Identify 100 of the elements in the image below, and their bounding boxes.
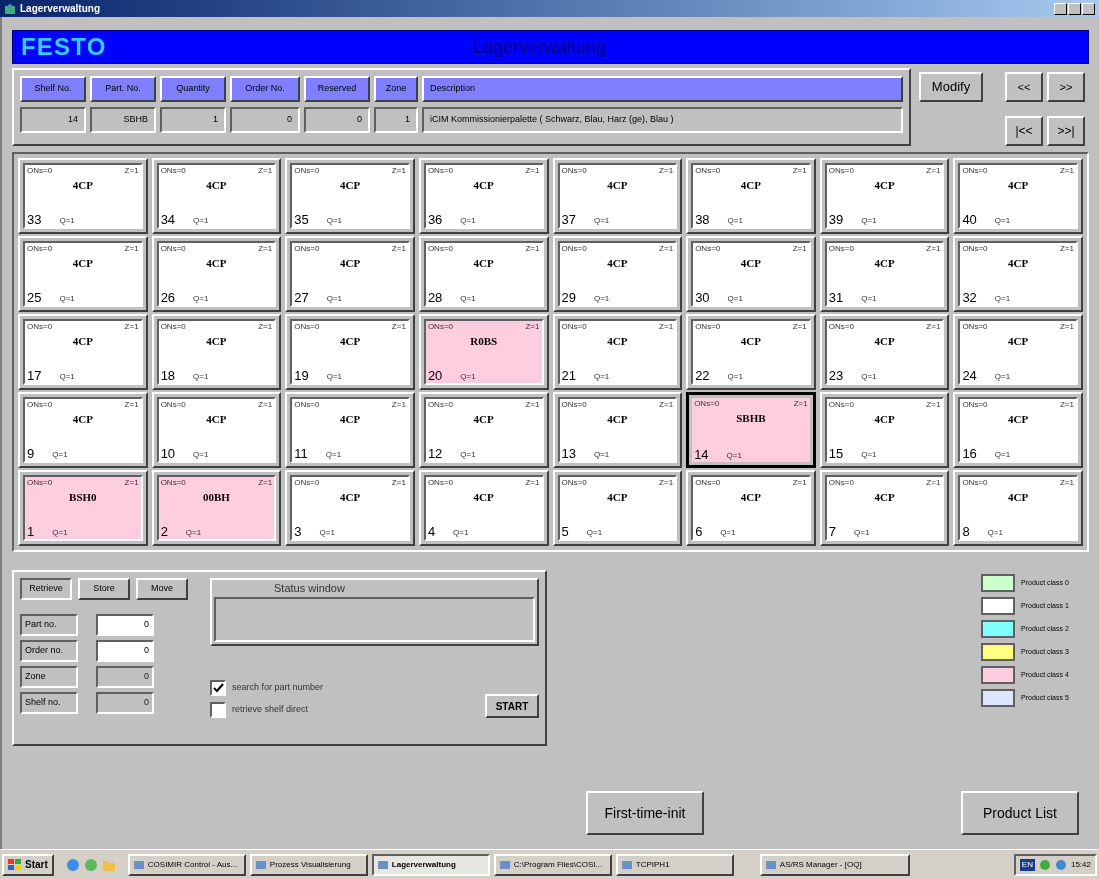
order-count: ONs=0 <box>427 321 453 333</box>
modify-button[interactable]: Modify <box>919 72 983 102</box>
shelf-slot[interactable]: ONs=0 Z=1 4CP 23 Q=1 <box>819 314 950 390</box>
order-count: ONs=0 <box>294 165 320 177</box>
nav-button[interactable]: << <box>1005 72 1043 102</box>
shelf-slot[interactable]: ONs=0 Z=1 4CP 12 Q=1 <box>418 392 549 468</box>
shelf-slot[interactable]: ONs=0 Z=1 4CP 19 Q=1 <box>285 314 415 390</box>
shelf-slot[interactable]: ONs=0 Z=1 4CP 5 Q=1 <box>552 470 683 546</box>
shelf-slot[interactable]: ONs=0 Z=1 4CP 31 Q=1 <box>819 236 950 312</box>
mode-tab[interactable]: Store <box>78 578 130 600</box>
shelf-slot[interactable]: ONs=0 Z=1 R0BS 20 Q=1 <box>418 314 549 390</box>
input-field[interactable]: 0 <box>96 640 154 662</box>
shelf-slot[interactable]: ONs=0 Z=1 4CP 15 Q=1 <box>819 392 950 468</box>
quantity-label: Q=1 <box>193 215 209 227</box>
shelf-slot[interactable]: ONs=0 Z=1 BSH0 1 Q=1 <box>18 470 148 546</box>
shelf-slot[interactable]: ONs=0 Z=1 4CP 24 Q=1 <box>953 314 1083 390</box>
shelf-slot[interactable]: ONs=0 Z=1 4CP 36 Q=1 <box>418 158 549 234</box>
zone-label: Z=1 <box>124 399 139 411</box>
shelf-slot[interactable]: ONs=0 Z=1 SBHB 14 Q=1 <box>686 392 816 468</box>
zone-label: Z=1 <box>124 243 139 255</box>
shelf-slot[interactable]: ONs=0 Z=1 4CP 32 Q=1 <box>953 236 1083 312</box>
zone-label: Z=1 <box>1060 399 1074 411</box>
part-number: 4CP <box>607 412 628 427</box>
close-icon[interactable] <box>1082 2 1095 15</box>
part-number: 4CP <box>740 256 761 271</box>
taskbar-task[interactable]: COSIMIR Control - Aus... <box>127 853 246 876</box>
shelf-slot[interactable]: ONs=0 Z=1 00BH 2 Q=1 <box>151 470 282 546</box>
column-header: Part. No. <box>90 76 156 102</box>
mode-tab[interactable]: Retrieve <box>20 578 72 600</box>
part-number: 4CP <box>607 256 628 271</box>
shelf-slot[interactable]: ONs=0 Z=1 4CP 29 Q=1 <box>552 236 683 312</box>
shelf-slot[interactable]: ONs=0 Z=1 4CP 28 Q=1 <box>418 236 549 312</box>
nav-button[interactable]: >> <box>1047 72 1085 102</box>
taskbar-task[interactable]: Lagerverwaltung <box>371 853 490 876</box>
order-count: ONs=0 <box>962 477 988 489</box>
mode-tab[interactable]: Move <box>136 578 188 600</box>
column-header: Reserved <box>304 76 370 102</box>
zone-label: Z=1 <box>391 399 406 411</box>
shelf-number: 15 <box>828 446 844 461</box>
part-number: 4CP <box>874 412 895 427</box>
taskbar-task[interactable]: AS/RS Manager - [OQ] <box>759 853 910 876</box>
part-number: 4CP <box>339 256 361 271</box>
shelf-slot[interactable]: ONs=0 Z=1 4CP 22 Q=1 <box>686 314 816 390</box>
start-button[interactable]: START <box>485 694 539 718</box>
zone-label: Z=1 <box>258 165 273 177</box>
record-value: iCIM Kommissionierpalette ( Schwarz, Blau, Harz (ge), Blau ) <box>422 107 903 133</box>
shelf-slot[interactable]: ONs=0 Z=1 4CP 37 Q=1 <box>552 158 683 234</box>
shelf-slot[interactable]: ONs=0 Z=1 4CP 17 Q=1 <box>18 314 148 390</box>
part-number: 4CP <box>874 256 895 271</box>
shelf-slot[interactable]: ONs=0 Z=1 4CP 11 Q=1 <box>285 392 415 468</box>
first-time-init-button[interactable]: First-time-init <box>586 791 704 835</box>
zone-label: Z=1 <box>258 243 273 255</box>
shelf-slot[interactable]: ONs=0 Z=1 4CP 13 Q=1 <box>552 392 683 468</box>
taskbar-task[interactable]: Prozess Visualisierung <box>249 853 368 876</box>
shelf-number: 6 <box>695 524 703 539</box>
nav-button[interactable]: >>| <box>1047 116 1085 146</box>
checkbox[interactable] <box>210 702 226 718</box>
shelf-slot[interactable]: ONs=0 Z=1 4CP 39 Q=1 <box>819 158 950 234</box>
shelf-slot[interactable]: ONs=0 Z=1 4CP 18 Q=1 <box>151 314 282 390</box>
shelf-slot[interactable]: ONs=0 Z=1 4CP 33 Q=1 <box>18 158 148 234</box>
logo: FESTO <box>21 32 107 62</box>
shelf-slot[interactable]: ONs=0 Z=1 4CP 30 Q=1 <box>686 236 816 312</box>
shelf-slot[interactable]: ONs=0 Z=1 4CP 27 Q=1 <box>285 236 415 312</box>
checkbox[interactable] <box>210 680 226 696</box>
shelf-slot[interactable]: ONs=0 Z=1 4CP 40 Q=1 <box>953 158 1083 234</box>
field-label: Zone <box>20 666 78 688</box>
shelf-number: 9 <box>27 446 35 461</box>
part-number: 4CP <box>473 256 494 271</box>
shelf-slot[interactable]: ONs=0 Z=1 4CP 3 Q=1 <box>285 470 415 546</box>
shelf-slot[interactable]: ONs=0 Z=1 4CP 25 Q=1 <box>18 236 148 312</box>
shelf-slot[interactable]: ONs=0 Z=1 4CP 6 Q=1 <box>686 470 816 546</box>
shelf-slot[interactable]: ONs=0 Z=1 4CP 35 Q=1 <box>285 158 415 234</box>
minimize-icon[interactable] <box>1054 2 1067 15</box>
shelf-slot[interactable]: ONs=0 Z=1 4CP 10 Q=1 <box>151 392 282 468</box>
shelf-slot[interactable]: ONs=0 Z=1 4CP 7 Q=1 <box>819 470 950 546</box>
column-header: Zone <box>374 76 418 102</box>
nav-button[interactable]: |<< <box>1005 116 1043 146</box>
order-count: ONs=0 <box>828 165 854 177</box>
shelf-slot[interactable]: ONs=0 Z=1 4CP 8 Q=1 <box>953 470 1083 546</box>
shelf-slot[interactable]: ONs=0 Z=1 4CP 38 Q=1 <box>686 158 816 234</box>
taskbar-task[interactable]: C:\Program Files\COSI... <box>493 853 612 876</box>
order-count: ONs=0 <box>561 477 587 489</box>
zone-label: Z=1 <box>659 243 674 255</box>
restore-icon[interactable] <box>1068 2 1081 15</box>
shelf-slot[interactable]: ONs=0 Z=1 4CP 9 Q=1 <box>18 392 148 468</box>
input-field[interactable]: 0 <box>96 614 154 636</box>
order-count: ONs=0 <box>27 399 53 411</box>
zone-label: Z=1 <box>525 165 540 177</box>
shelf-slot[interactable]: ONs=0 Z=1 4CP 16 Q=1 <box>953 392 1083 468</box>
start-button[interactable]: Start <box>2 853 54 876</box>
window-icon <box>376 858 389 871</box>
quantity-label: Q=1 <box>325 449 342 461</box>
zone-label: Z=1 <box>926 321 941 333</box>
language-indicator[interactable]: EN <box>1019 858 1035 871</box>
shelf-slot[interactable]: ONs=0 Z=1 4CP 4 Q=1 <box>418 470 549 546</box>
shelf-slot[interactable]: ONs=0 Z=1 4CP 26 Q=1 <box>151 236 282 312</box>
shelf-slot[interactable]: ONs=0 Z=1 4CP 21 Q=1 <box>552 314 683 390</box>
product-list-button[interactable]: Product List <box>961 791 1079 835</box>
shelf-slot[interactable]: ONs=0 Z=1 4CP 34 Q=1 <box>151 158 282 234</box>
taskbar-task[interactable]: TCPIPH1 <box>615 853 734 876</box>
